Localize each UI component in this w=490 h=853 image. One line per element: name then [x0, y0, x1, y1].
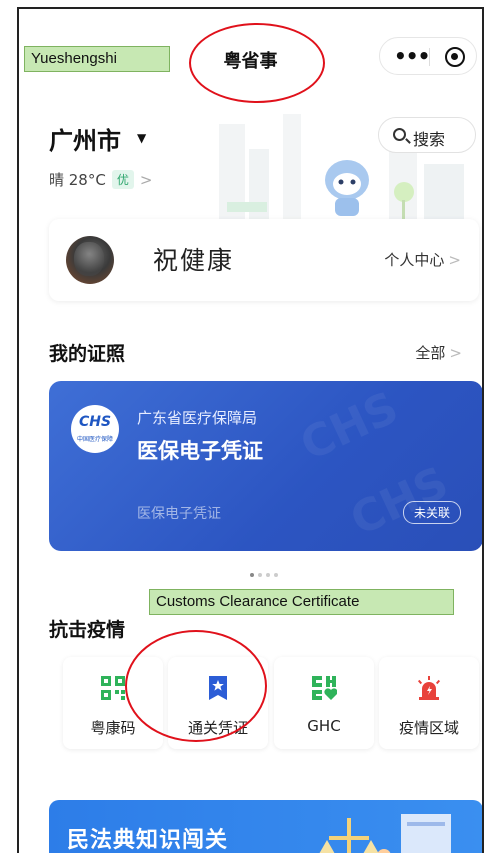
my-certificates-heading: 我的证照 — [49, 343, 126, 365]
phone-screen: 粤省事 ••• 广州市 ▼ 搜索 晴 28°C 优 > 祝健康 个人中心 > 我的证照… — [17, 7, 484, 853]
status-badge[interactable]: 未关联 — [402, 501, 461, 524]
feature-annotation: Customs Clearance Certificate — [149, 589, 454, 615]
scales-of-justice-illustration — [319, 814, 451, 853]
card-subtitle: 医保电子凭证 — [137, 506, 221, 522]
alert-siren-icon — [417, 676, 441, 700]
carousel-dot — [250, 573, 254, 577]
mini-program-capsule: ••• — [379, 37, 477, 75]
chs-logo-icon: CHS 中国医疗保障 — [71, 405, 119, 453]
profile-card[interactable]: 祝健康 个人中心 > — [49, 219, 479, 301]
user-name: 祝健康 — [153, 246, 235, 275]
chs-logo-text: CHS — [78, 414, 112, 430]
view-all-link[interactable]: 全部 > — [415, 342, 462, 363]
medical-insurance-card[interactable]: CHS CHS CHS 中国医疗保障 广东省医疗保障局 医保电子凭证 医保电子凭… — [49, 381, 482, 551]
city-selector[interactable]: 广州市 — [49, 121, 121, 156]
civil-code-quiz-banner[interactable]: 民法典知识闯关 — [49, 800, 482, 853]
carousel-indicator — [250, 562, 282, 581]
tile-ghc[interactable]: GHC — [274, 657, 374, 749]
search-label: 搜索 — [413, 130, 446, 149]
personal-center-label: 个人中心 — [384, 251, 445, 269]
tile-label: GHC — [307, 717, 341, 735]
search-icon — [393, 128, 406, 141]
bookmark-star-icon — [209, 676, 227, 700]
caret-down-icon[interactable]: ▼ — [137, 131, 146, 145]
app-name-annotation: Yueshengshi — [24, 46, 170, 72]
more-options-icon[interactable]: ••• — [394, 44, 430, 68]
tile-label: 粤康码 — [90, 719, 136, 737]
carousel-dot — [274, 573, 278, 577]
city-skyline-illustration — [219, 114, 464, 224]
epidemic-heading: 抗击疫情 — [49, 619, 126, 641]
carousel-dot — [266, 573, 270, 577]
chevron-right-icon: > — [448, 251, 461, 269]
view-all-label: 全部 — [415, 344, 446, 362]
weather-info[interactable]: 晴 28°C 优 > — [49, 169, 152, 190]
search-button[interactable]: 搜索 — [378, 117, 476, 153]
chevron-right-icon: > — [449, 344, 462, 362]
ghc-heart-icon — [312, 676, 337, 700]
tile-epidemic-areas[interactable]: 疫情区域 — [379, 657, 479, 749]
card-name: 医保电子凭证 — [137, 439, 263, 463]
card-issuer: 广东省医疗保障局 — [137, 409, 258, 427]
capsule-divider — [429, 48, 430, 66]
weather-text: 晴 28°C — [49, 171, 106, 189]
banner-title: 民法典知识闯关 — [67, 828, 229, 853]
tile-label: 通关凭证 — [187, 719, 248, 737]
tile-health-code[interactable]: 粤康码 — [63, 657, 163, 749]
tile-label: 疫情区域 — [398, 719, 459, 737]
chs-logo-subtext: 中国医疗保障 — [76, 436, 113, 443]
tile-customs-clearance[interactable]: 通关凭证 — [168, 657, 268, 749]
avatar — [66, 236, 114, 284]
chevron-right-icon: > — [139, 171, 153, 189]
carousel-dot — [258, 573, 262, 577]
close-target-icon[interactable] — [445, 47, 465, 67]
personal-center-link[interactable]: 个人中心 > — [384, 249, 461, 270]
card-watermark: CHS — [292, 382, 406, 471]
qr-code-icon — [101, 676, 125, 700]
air-quality-badge: 优 — [111, 170, 134, 189]
